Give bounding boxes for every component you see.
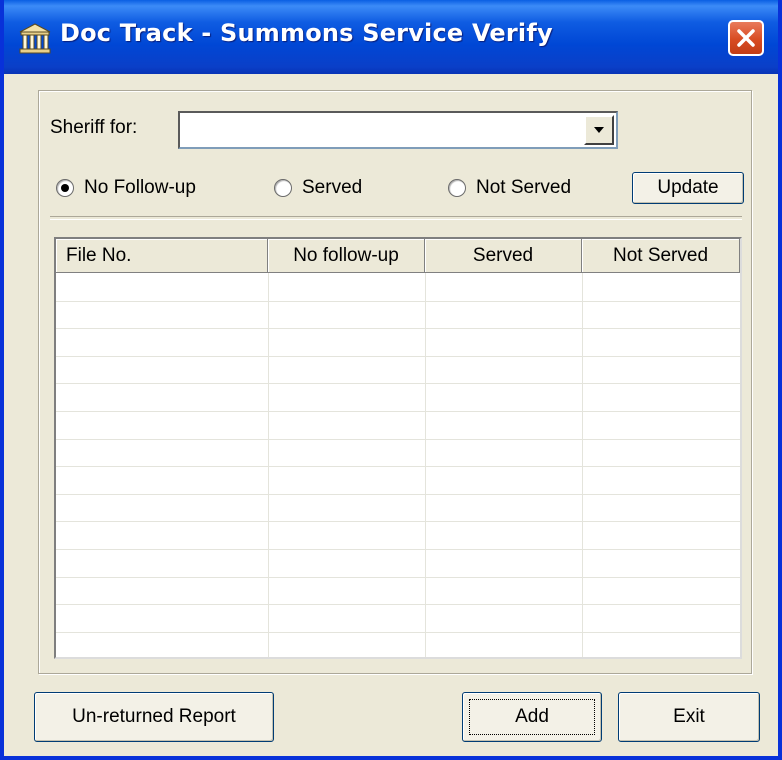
grid-row-line (56, 466, 740, 467)
grid-row-line (56, 521, 740, 522)
radio-button[interactable] (448, 179, 466, 197)
radio-label: No Follow-up (84, 177, 196, 198)
grid-row-line (56, 356, 740, 357)
grid-header: File No. No follow-up Served Not Served (56, 239, 740, 273)
grid-body[interactable] (56, 273, 740, 657)
title-bar[interactable]: Doc Track - Summons Service Verify (4, 0, 778, 74)
column-header-no-follow-up[interactable]: No follow-up (268, 239, 425, 273)
add-button[interactable]: Add (462, 692, 602, 742)
grid-column-line (268, 273, 269, 657)
grid-row-line (56, 328, 740, 329)
dialog-window: Doc Track - Summons Service Verify Sheri… (0, 0, 782, 760)
column-header-served[interactable]: Served (425, 239, 582, 273)
grid-row-line (56, 577, 740, 578)
radio-not-served[interactable]: Not Served (448, 176, 571, 200)
window-title: Doc Track - Summons Service Verify (60, 19, 553, 47)
grid-row-line (56, 604, 740, 605)
chevron-down-icon (594, 127, 604, 133)
radio-button[interactable] (274, 179, 292, 197)
radio-button-checked[interactable] (56, 179, 74, 197)
radio-label: Served (302, 177, 363, 198)
focus-ring (469, 699, 595, 735)
sheriff-dropdown-button[interactable] (584, 115, 614, 145)
grid-row-line (56, 301, 740, 302)
update-button[interactable]: Update (632, 172, 744, 204)
grid-row-line (56, 383, 740, 384)
grid-row-line (56, 549, 740, 550)
separator-line (50, 216, 742, 220)
column-header-not-served[interactable]: Not Served (582, 239, 740, 273)
radio-label: Not Served (476, 177, 572, 198)
grid-row-line (56, 494, 740, 495)
building-icon (18, 22, 52, 54)
radio-served[interactable]: Served (274, 176, 362, 200)
unreturned-report-button[interactable]: Un-returned Report (34, 692, 274, 742)
exit-button[interactable]: Exit (618, 692, 760, 742)
grid-row-line (56, 439, 740, 440)
grid-column-line (582, 273, 583, 657)
close-icon (737, 29, 755, 47)
results-grid[interactable]: File No. No follow-up Served Not Served (54, 237, 742, 659)
sheriff-label: Sheriff for: (50, 117, 138, 138)
grid-column-line (425, 273, 426, 657)
close-button[interactable] (728, 20, 764, 56)
sheriff-combobox[interactable] (178, 111, 618, 149)
radio-no-follow-up[interactable]: No Follow-up (56, 176, 196, 200)
grid-row-line (56, 632, 740, 633)
grid-row-line (56, 411, 740, 412)
column-header-file-no[interactable]: File No. (56, 239, 268, 273)
